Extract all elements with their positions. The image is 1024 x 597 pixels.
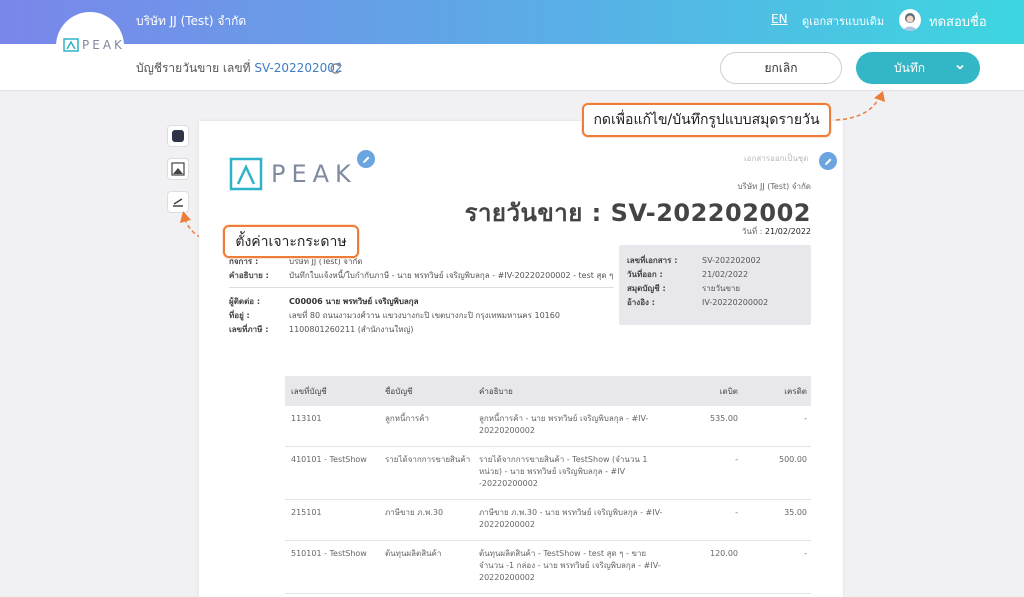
header-description: คำอธิบาย — [479, 386, 513, 396]
peak-logo-icon — [229, 157, 263, 191]
journal-label: สมุดบัญชี : — [627, 284, 666, 293]
reference-value: IV-20220200002 — [702, 298, 769, 307]
cell-account-no: 510101 - TestShow — [291, 549, 367, 558]
date-value: 21/02/2022 — [764, 227, 811, 236]
cell-account-name: รายได้จากการขายสินค้า — [385, 455, 471, 464]
tax-id-label: เลขที่ภาษี : — [229, 325, 269, 334]
cell-account-no: 215101 — [291, 508, 322, 517]
document-party-info: กิจการ : บริษัท JJ (Test) จำกัด คำอธิบาย… — [229, 256, 614, 338]
save-hint-callout: กดเพื่อแก้ไข/บันทึกรูปแบบสมุดรายวัน — [582, 103, 831, 137]
table-header: เลขที่บัญชี ชื่อบัญชี คำอธิบาย เดบิต เคร… — [285, 376, 811, 406]
header-debit: เดบิต — [719, 386, 738, 396]
document-info-box: เลขที่เอกสาร : SV-202202002 วันที่ออก : … — [619, 245, 811, 325]
contact-label: ผู้ติดต่อ : — [229, 297, 261, 306]
description-row: คำอธิบาย : บันทึกใบแจ้งหนี้/ใบกำกับภาษี … — [229, 270, 614, 281]
tax-id-value: 1100801260211 (สำนักงานใหญ่) — [289, 325, 414, 334]
cell-account-name: ต้นทุนผลิตสินค้า — [385, 549, 442, 558]
table-row: 215101 ภาษีขาย ภ.พ.30 ภาษีขาย ภ.พ.30 - น… — [285, 500, 811, 541]
journal-row: สมุดบัญชี : รายวันขาย — [627, 283, 803, 294]
address-row: ที่อยู่ : เลขที่ 80 ถนนงามวงศ์วาน แขวงบา… — [229, 310, 614, 321]
description-value: บันทึกใบแจ้งหนี้/ใบกำกับภาษี - นาย พรทวิ… — [289, 271, 614, 280]
date-label: วันที่ : — [741, 227, 763, 236]
cell-account-name: ภาษีขาย ภ.พ.30 — [385, 508, 444, 517]
cell-credit: - — [804, 549, 807, 558]
cell-credit: 35.00 — [784, 508, 807, 517]
document-logo: PEAK — [229, 157, 357, 191]
cell-account-no: 113101 — [291, 414, 322, 423]
table-row: 410101 - TestShow รายได้จากการขายสินค้า … — [285, 447, 811, 500]
edit-header-button[interactable] — [819, 152, 837, 170]
table-row: 113101 ลูกหนี้การค้า ลูกหนี้การค้า - นาย… — [285, 406, 811, 447]
cell-account-no: 410101 - TestShow — [291, 455, 367, 464]
cell-debit: 120.00 — [710, 549, 738, 558]
cell-description: ลูกหนี้การค้า - นาย พรทวิษย์ เจริญพิบลกุ… — [479, 414, 649, 435]
edit-logo-button[interactable] — [357, 150, 375, 168]
pencil-icon — [362, 156, 369, 163]
cell-account-name: ลูกหนี้การค้า — [385, 414, 429, 423]
journal-value: รายวันขาย — [702, 284, 741, 293]
issue-date-value: 21/02/2022 — [702, 270, 749, 279]
journal-table: เลขที่บัญชี ชื่อบัญชี คำอธิบาย เดบิต เคร… — [285, 376, 811, 594]
cell-credit: 500.00 — [779, 455, 807, 464]
document-company: บริษัท JJ (Test) จำกัด — [737, 182, 811, 191]
document-original-label: เอกสารออกเป็นชุด — [744, 154, 809, 163]
contact-row: ผู้ติดต่อ : C00006 นาย พรทวิษย์ เจริญพิบ… — [229, 296, 614, 307]
tax-id-row: เลขที่ภาษี : 1100801260211 (สำนักงานใหญ่… — [229, 324, 614, 335]
issue-date-label: วันที่ออก : — [627, 270, 663, 279]
address-label: ที่อยู่ : — [229, 311, 250, 320]
document-preview: PEAK เอกสารออกเป็นชุด บริษัท JJ (Test) จ… — [199, 121, 843, 597]
doc-number-label: เลขที่เอกสาร : — [627, 256, 678, 265]
doc-number-row: เลขที่เอกสาร : SV-202202002 — [627, 255, 803, 266]
peak-logo-icon — [63, 38, 79, 52]
description-label: คำอธิบาย : — [229, 271, 269, 280]
cell-description: ต้นทุนผลิตสินค้า - TestShow - test สุด ๆ… — [479, 549, 661, 582]
header-account-name: ชื่อบัญชี — [385, 386, 413, 396]
document-brand-text: PEAK — [271, 160, 357, 188]
cell-description: ภาษีขาย ภ.พ.30 - นาย พรทวิษย์ เจริญพิบลก… — [479, 508, 663, 529]
header-credit: เครดิต — [784, 386, 807, 396]
cell-debit: 535.00 — [710, 414, 738, 423]
cell-description: รายได้จากการขายสินค้า - TestShow (จำนวน … — [479, 455, 648, 488]
table-row: 510101 - TestShow ต้นทุนผลิตสินค้า ต้นทุ… — [285, 541, 811, 594]
reference-label: อ้างอิง : — [627, 298, 655, 307]
cell-credit: - — [804, 414, 807, 423]
contact-value: C00006 นาย พรทวิษย์ เจริญพิบลกุล — [289, 297, 419, 306]
doc-number-value: SV-202202002 — [702, 256, 761, 265]
header-account-no: เลขที่บัญชี — [291, 386, 327, 396]
cell-debit: - — [735, 455, 738, 464]
address-value: เลขที่ 80 ถนนงามวงศ์วาน แขวงบางกะปิ เขตบ… — [289, 311, 560, 320]
paper-punch-hint-callout: ตั้งค่าเจาะกระดาษ — [223, 225, 359, 258]
brand-logo[interactable]: PEAK — [63, 38, 125, 52]
divider — [229, 287, 614, 288]
reference-row: อ้างอิง : IV-20220200002 — [627, 297, 803, 308]
issue-date-row: วันที่ออก : 21/02/2022 — [627, 269, 803, 280]
cell-debit: - — [735, 508, 738, 517]
brand-text: PEAK — [82, 38, 125, 52]
document-date: วันที่ : 21/02/2022 — [742, 225, 811, 238]
pencil-icon — [824, 158, 831, 165]
